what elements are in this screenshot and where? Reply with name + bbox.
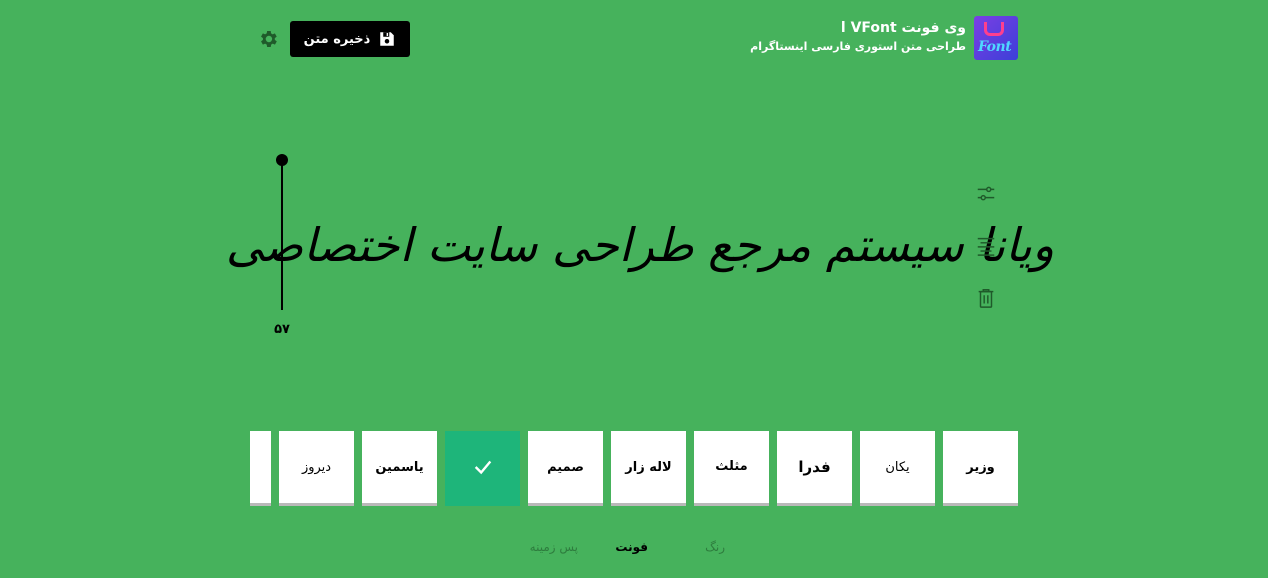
- floppy-disk-icon: [380, 32, 395, 46]
- adjust-button[interactable]: [975, 183, 997, 205]
- align-center-icon: [977, 237, 995, 256]
- tab-font[interactable]: فونت: [615, 540, 648, 554]
- logo-mark: [984, 22, 1004, 36]
- brand[interactable]: Font وی فونت l VFont طراحی متن استوری فا…: [750, 16, 1018, 60]
- font-card-dirooz[interactable]: دیروز: [279, 431, 354, 506]
- app-subtitle: طراحی متن استوری فارسی اینستاگرام: [750, 40, 966, 53]
- font-card-selected[interactable]: [445, 431, 520, 506]
- app-title: وی فونت l VFont: [840, 20, 966, 36]
- font-picker: وزیر یکان فدرا مثلث لاله زار صمیم یاسمین…: [250, 431, 1018, 507]
- font-card-mosalas[interactable]: مثلث: [694, 431, 769, 506]
- bottom-tabs: رنگ فونت پس زمینه: [0, 540, 1268, 560]
- font-card-vazir[interactable]: وزیر: [943, 431, 1018, 506]
- brand-text: وی فونت l VFont طراحی متن استوری فارسی ا…: [750, 19, 966, 57]
- sliders-icon: [977, 186, 995, 201]
- delete-button[interactable]: [975, 287, 997, 309]
- vfont-logo: Font: [974, 16, 1018, 60]
- slider-handle[interactable]: [276, 154, 288, 166]
- font-card-partial[interactable]: ا: [250, 431, 271, 506]
- font-size-value: ۵۷: [274, 322, 290, 337]
- font-card-label: یکان: [885, 459, 910, 475]
- font-card-label: وزیر: [966, 459, 995, 475]
- font-card-yekan[interactable]: یکان: [860, 431, 935, 506]
- logo-text: Font: [978, 39, 1012, 55]
- gear-icon[interactable]: [257, 28, 279, 50]
- font-card-samim[interactable]: صمیم: [528, 431, 603, 506]
- app-page: Font وی فونت l VFont طراحی متن استوری فا…: [0, 0, 1268, 578]
- tab-color[interactable]: رنگ: [705, 540, 725, 554]
- font-card-laleh-zar[interactable]: لاله زار: [611, 431, 686, 506]
- font-card-fedra[interactable]: فدرا: [777, 431, 852, 506]
- story-text-preview[interactable]: ویانا سیستم مرجع طراحی سایت اختصاصی: [226, 190, 1054, 300]
- font-card-yasamin[interactable]: یاسمین: [362, 431, 437, 506]
- tab-background[interactable]: پس زمینه: [530, 540, 578, 554]
- align-button[interactable]: [975, 235, 997, 257]
- save-button-label: ذخیره متن: [303, 31, 371, 47]
- font-card-label: فدرا: [798, 458, 831, 476]
- font-card-label: دیروز: [301, 459, 332, 475]
- check-icon: [474, 460, 491, 475]
- font-card-label: لاله زار: [625, 459, 672, 475]
- font-card-label: صمیم: [547, 459, 584, 475]
- trash-icon: [978, 289, 994, 308]
- save-text-button[interactable]: ذخیره متن: [290, 21, 410, 57]
- font-card-label: مثلث: [715, 459, 748, 474]
- font-card-label: یاسمین: [375, 459, 424, 475]
